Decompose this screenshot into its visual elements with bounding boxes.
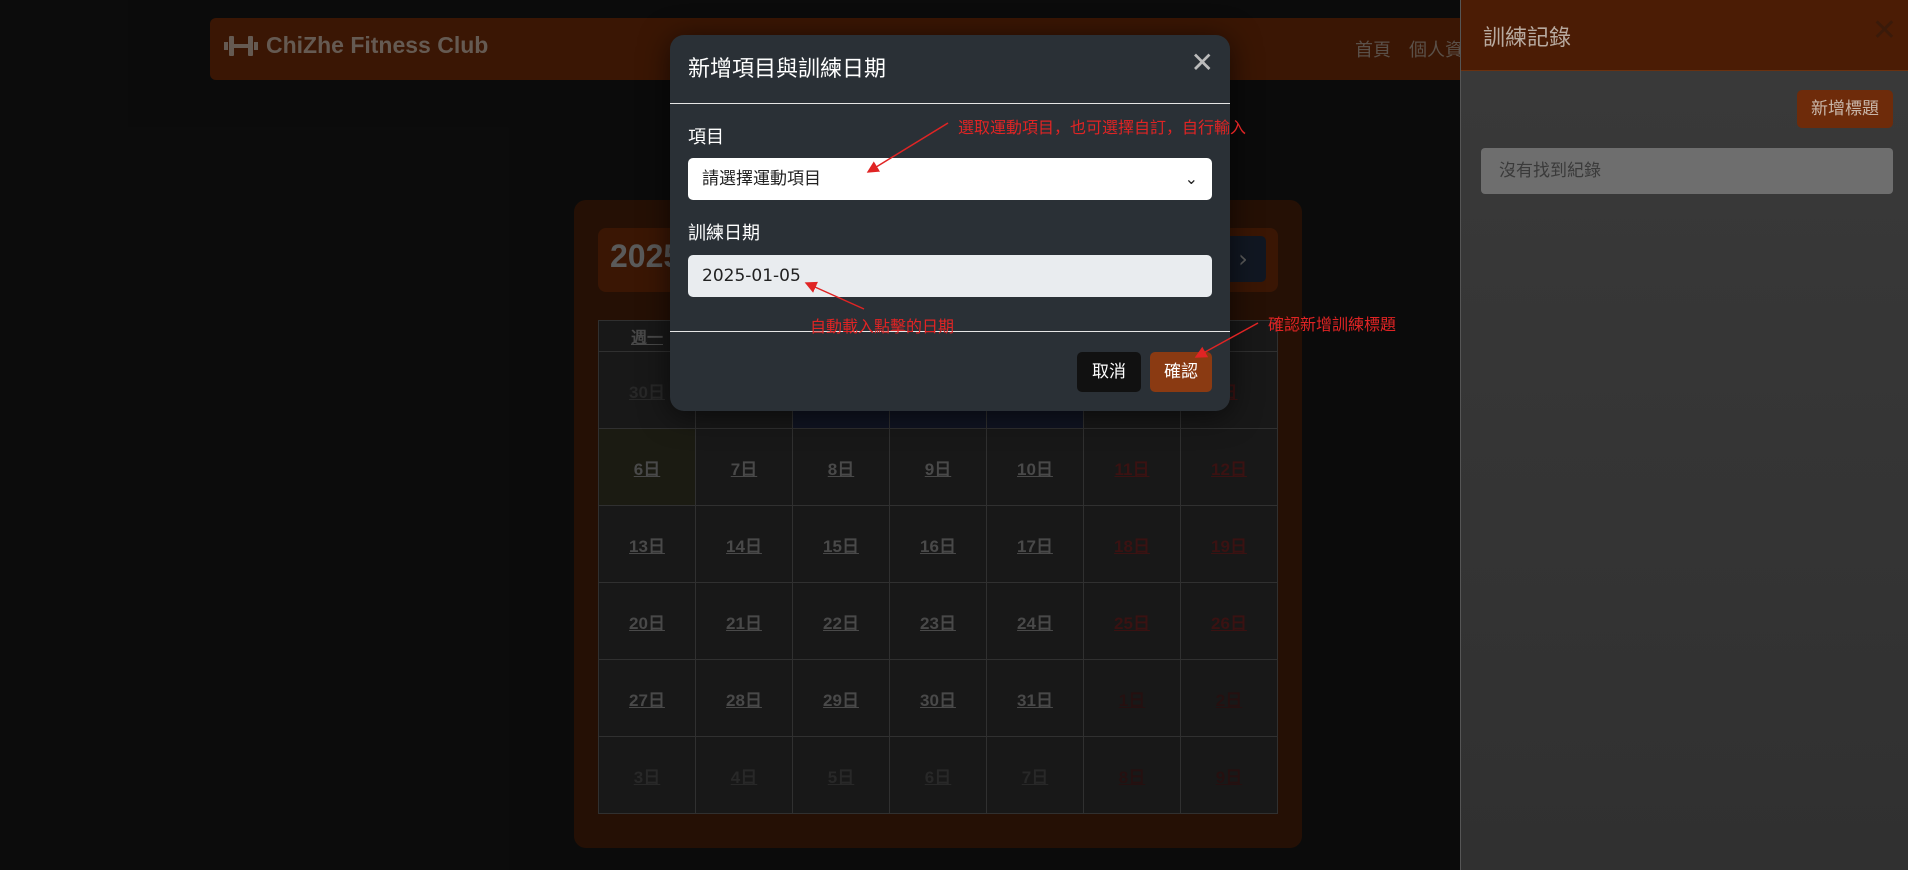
modal-title: 新增項目與訓練日期	[688, 57, 887, 82]
exercise-select-value: 請選擇運動項目	[702, 169, 821, 189]
confirm-button[interactable]: 確認	[1150, 352, 1212, 392]
cancel-button[interactable]: 取消	[1077, 352, 1141, 392]
training-date-field[interactable]: 2025-01-05	[688, 255, 1212, 297]
add-title-button[interactable]: 新增標題	[1797, 90, 1893, 128]
item-label: 項目	[688, 127, 724, 148]
training-record-panel: 訓練記錄 ✕ 新增標題 沒有找到紀錄	[1460, 0, 1908, 870]
close-icon[interactable]: ✕	[1191, 49, 1214, 77]
chevron-down-icon: ⌄	[1184, 169, 1198, 188]
panel-header: 訓練記錄 ✕	[1461, 0, 1908, 71]
date-annotation: 自動載入點擊的日期	[810, 317, 955, 336]
panel-title: 訓練記錄	[1483, 26, 1572, 51]
exercise-select[interactable]: 請選擇運動項目 ⌄	[688, 158, 1212, 200]
date-label: 訓練日期	[688, 223, 760, 244]
add-item-modal: 新增項目與訓練日期 ✕ 項目 請選擇運動項目 ⌄ 訓練日期 2025-01-05…	[670, 35, 1230, 411]
empty-records-message: 沒有找到紀錄	[1481, 148, 1893, 194]
confirm-annotation: 確認新增訓練標題	[1268, 315, 1397, 334]
divider	[670, 103, 1230, 104]
close-icon[interactable]: ✕	[1872, 16, 1897, 46]
select-annotation: 選取運動項目，也可選擇自訂，自行輸入	[958, 118, 1247, 137]
